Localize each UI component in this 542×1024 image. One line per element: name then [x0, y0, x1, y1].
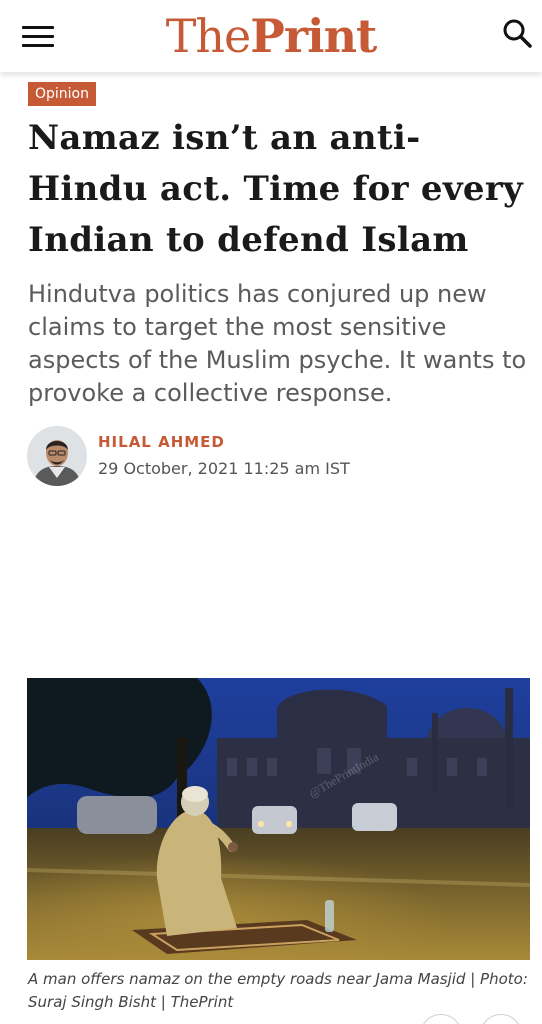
share-button-2[interactable]	[480, 1014, 522, 1024]
search-icon[interactable]	[500, 16, 536, 52]
article-dek: Hindutva politics has conjured up new cl…	[28, 280, 527, 407]
article-image: @ThePrintIndia	[27, 678, 530, 960]
author-name[interactable]: HILAL AHMED	[98, 433, 225, 451]
image-caption: A man offers namaz on the empty roads ne…	[28, 970, 528, 1011]
site-logo[interactable]: ThePrint	[0, 6, 542, 66]
category-badge[interactable]: Opinion	[28, 82, 96, 106]
site-header: ThePrint	[0, 0, 542, 72]
publish-date: 29 October, 2021 11:25 am IST	[98, 459, 350, 478]
logo-the: The	[165, 9, 252, 63]
logo-print: Print	[250, 9, 377, 63]
article-headline: Namaz isn’t an anti-Hindu act. Time for …	[28, 118, 524, 260]
author-avatar[interactable]	[27, 426, 87, 486]
share-button[interactable]	[420, 1014, 462, 1024]
